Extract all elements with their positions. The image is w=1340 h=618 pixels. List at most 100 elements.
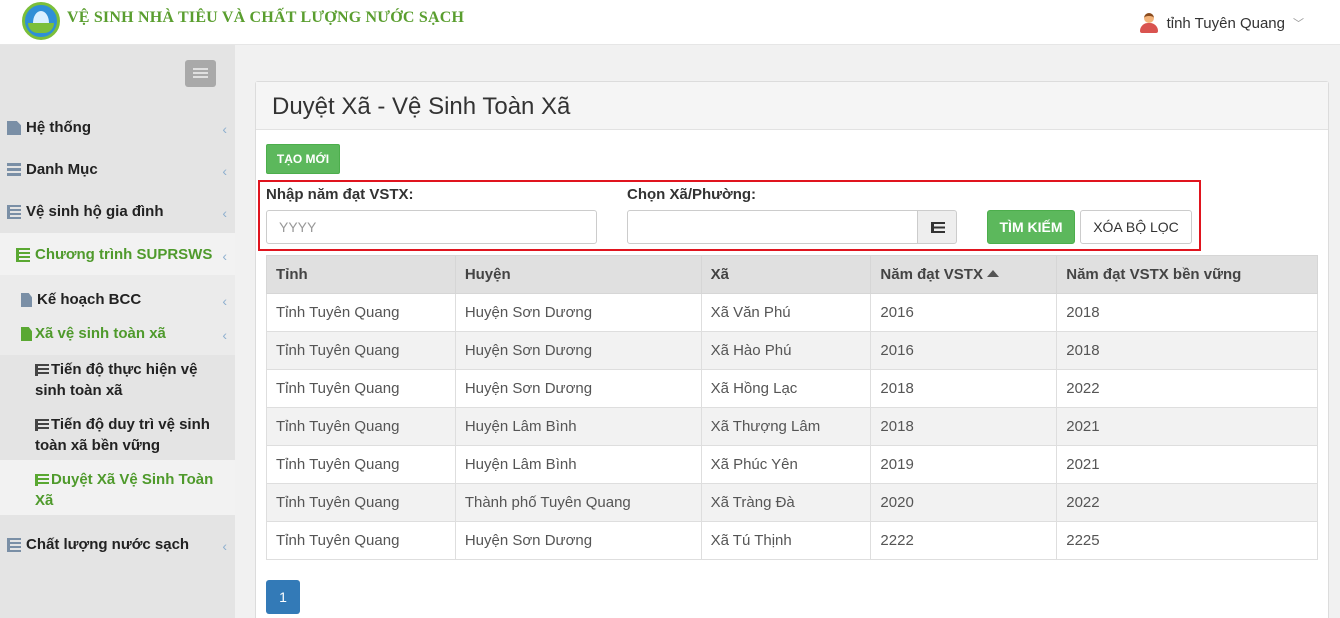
table-cell: Thành phố Tuyên Quang xyxy=(454,483,702,522)
table-cell: Tỉnh Tuyên Quang xyxy=(266,293,456,332)
table-cell: Huyện Sơn Dương xyxy=(454,521,702,560)
column-header-nam-ben-vung[interactable]: Năm đạt VSTX bền vững xyxy=(1056,255,1318,294)
table-cell: 2018 xyxy=(1056,331,1318,370)
sidebar-item-label: Hệ thống xyxy=(26,119,91,136)
chevron-down-icon: ﹀ xyxy=(1293,18,1304,30)
sidebar-item-he-thong[interactable]: Hệ thống ‹ xyxy=(0,119,235,137)
table-cell: Xã Tú Thịnh xyxy=(700,521,872,560)
table-cell: 2020 xyxy=(870,483,1058,522)
column-header-xa[interactable]: Xã xyxy=(700,255,872,294)
column-header-tinh[interactable]: Tỉnh xyxy=(266,255,456,294)
table-cell: Xã Tràng Đà xyxy=(700,483,872,522)
table-cell: 2022 xyxy=(1056,369,1318,408)
sidebar-item-tien-do-duy-tri[interactable]: Tiến độ duy trì vệ sinh toàn xã bền vững xyxy=(0,414,215,456)
table-row[interactable]: Tỉnh Tuyên Quang Thành phố Tuyên Quang X… xyxy=(266,483,1318,522)
list-icon xyxy=(7,538,21,552)
table-row[interactable]: Tỉnh Tuyên Quang Huyện Sơn Dương Xã Văn … xyxy=(266,293,1318,332)
table-cell: 2021 xyxy=(1056,407,1318,446)
file-icon xyxy=(21,327,32,341)
table-cell: Huyện Lâm Bình xyxy=(454,445,702,484)
table-cell: Xã Phúc Yên xyxy=(700,445,872,484)
sidebar-item-chuong-trinh-suprsws[interactable]: Chương trình SUPRSWS ‹ xyxy=(0,246,235,264)
list-icon xyxy=(35,364,49,376)
table-cell: 2016 xyxy=(870,331,1058,370)
list-icon xyxy=(16,248,30,262)
table-cell: Tỉnh Tuyên Quang xyxy=(266,445,456,484)
table-cell: Tỉnh Tuyên Quang xyxy=(266,483,456,522)
table-cell: 2018 xyxy=(1056,293,1318,332)
clear-filter-button[interactable]: XÓA BỘ LỌC xyxy=(1080,210,1192,244)
app-logo[interactable] xyxy=(22,2,60,40)
sidebar-item-ve-sinh-ho-gia-dinh[interactable]: Vệ sinh hộ gia đình ‹ xyxy=(0,203,235,221)
table-header-row: Tỉnh Huyện Xã Năm đạt VSTX Năm đạt VSTX … xyxy=(266,255,1318,294)
column-header-label: Năm đạt VSTX xyxy=(880,266,983,283)
table-cell: 2018 xyxy=(870,407,1058,446)
sidebar-item-ke-hoach-bcc[interactable]: Kế hoạch BCC ‹ xyxy=(0,291,235,309)
table-cell: 2016 xyxy=(870,293,1058,332)
chevron-left-icon: ‹ xyxy=(222,248,227,264)
table-cell: Huyện Sơn Dương xyxy=(454,293,702,332)
sidebar-item-label: Tiến độ duy trì vệ sinh toàn xã bền vững xyxy=(35,416,210,454)
sidebar-item-label: Chất lượng nước sạch xyxy=(26,536,190,553)
commune-select[interactable] xyxy=(627,210,918,244)
app-title: VỆ SINH NHÀ TIÊU VÀ CHẤT LƯỢNG NƯỚC SẠCH xyxy=(67,9,465,26)
user-name: tỉnh Tuyên Quang xyxy=(1166,14,1285,32)
chevron-left-icon: ‹ xyxy=(222,327,227,343)
pagination-page-button[interactable]: 1 xyxy=(266,580,300,614)
table-cell: Xã Thượng Lâm xyxy=(700,407,872,446)
list-icon xyxy=(7,205,21,219)
sidebar-item-label: Chương trình SUPRSWS xyxy=(35,246,213,263)
panel-header: Duyệt Xã - Vệ Sinh Toàn Xã xyxy=(256,82,1328,130)
column-header-huyen[interactable]: Huyện xyxy=(454,255,702,294)
table-cell: Tỉnh Tuyên Quang xyxy=(266,331,456,370)
sidebar-item-danh-muc[interactable]: Danh Mục ‹ xyxy=(0,161,235,179)
table-cell: Huyện Sơn Dương xyxy=(454,331,702,370)
results-table: Tỉnh Huyện Xã Năm đạt VSTX Năm đạt VSTX … xyxy=(266,255,1318,560)
search-button[interactable]: TÌM KIẾM xyxy=(987,210,1075,244)
table-cell: 2021 xyxy=(1056,445,1318,484)
commune-list-button[interactable] xyxy=(917,210,957,244)
sidebar-item-label: Kế hoạch BCC xyxy=(37,291,142,308)
sort-ascending-icon[interactable] xyxy=(986,270,999,277)
chevron-left-icon: ‹ xyxy=(222,538,227,554)
table-row[interactable]: Tỉnh Tuyên Quang Huyện Lâm Bình Xã Phúc … xyxy=(266,445,1318,484)
table-cell: 2019 xyxy=(870,445,1058,484)
table-row[interactable]: Tỉnh Tuyên Quang Huyện Lâm Bình Xã Thượn… xyxy=(266,407,1318,446)
sidebar-item-label: Vệ sinh hộ gia đình xyxy=(26,203,164,220)
list-icon xyxy=(35,419,49,431)
menu-icon xyxy=(7,163,21,177)
year-filter-label: Nhập năm đạt VSTX: xyxy=(266,186,414,203)
top-bar: VỆ SINH NHÀ TIÊU VÀ CHẤT LƯỢNG NƯỚC SẠCH… xyxy=(0,0,1340,45)
year-input[interactable]: YYYY xyxy=(266,210,597,244)
page-title: Duyệt Xã - Vệ Sinh Toàn Xã xyxy=(272,93,571,120)
list-icon xyxy=(931,222,945,233)
sidebar-item-chat-luong-nuoc-sach[interactable]: Chất lượng nước sạch ‹ xyxy=(0,536,235,554)
table-cell: Xã Hồng Lạc xyxy=(700,369,872,408)
column-header-nam-dat-vstx[interactable]: Năm đạt VSTX xyxy=(870,255,1058,294)
table-row[interactable]: Tỉnh Tuyên Quang Huyện Sơn Dương Xã Hào … xyxy=(266,331,1318,370)
sidebar-item-xa-ve-sinh-toan-xa[interactable]: Xã vệ sinh toàn xã ‹ xyxy=(0,325,235,343)
table-row[interactable]: Tỉnh Tuyên Quang Huyện Sơn Dương Xã Hồng… xyxy=(266,369,1318,408)
table-row[interactable]: Tỉnh Tuyên Quang Huyện Sơn Dương Xã Tú T… xyxy=(266,521,1318,560)
table-cell: 2222 xyxy=(870,521,1058,560)
sidebar-item-duyet-xa[interactable]: Duyệt Xã Vệ Sinh Toàn Xã xyxy=(0,469,215,511)
file-icon xyxy=(7,121,21,135)
create-new-button[interactable]: TẠO MỚI xyxy=(266,144,340,174)
table-cell: Tỉnh Tuyên Quang xyxy=(266,407,456,446)
table-cell: 2022 xyxy=(1056,483,1318,522)
table-cell: 2018 xyxy=(870,369,1058,408)
sidebar-item-tien-do-thuc-hien[interactable]: Tiến độ thực hiện vệ sinh toàn xã xyxy=(0,359,200,401)
user-avatar-icon xyxy=(1139,13,1159,33)
user-menu[interactable]: tỉnh Tuyên Quang ﹀ xyxy=(1139,13,1304,33)
sidebar-item-label: Duyệt Xã Vệ Sinh Toàn Xã xyxy=(35,471,214,509)
chevron-left-icon: ‹ xyxy=(222,121,227,137)
sidebar-item-label: Danh Mục xyxy=(26,161,98,178)
table-cell: Huyện Lâm Bình xyxy=(454,407,702,446)
chevron-left-icon: ‹ xyxy=(222,163,227,179)
sidebar-toggle-button[interactable] xyxy=(185,60,216,87)
chevron-left-icon: ‹ xyxy=(222,293,227,309)
file-icon xyxy=(21,293,32,307)
list-icon xyxy=(35,474,49,486)
table-cell: 2225 xyxy=(1056,521,1318,560)
sidebar: Hệ thống ‹ Danh Mục ‹ Vệ sinh hộ gia đìn… xyxy=(0,45,235,618)
